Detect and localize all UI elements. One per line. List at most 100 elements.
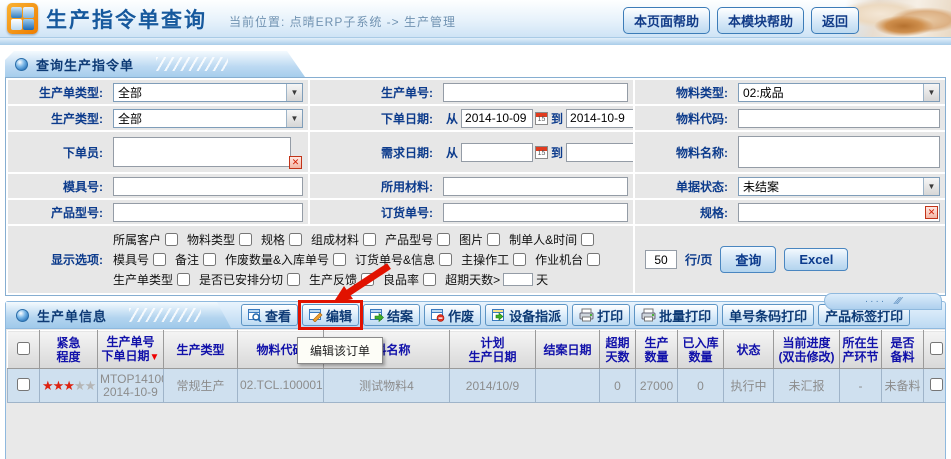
rows-per-page-input[interactable]	[645, 250, 677, 269]
display-option-checkbox[interactable]	[165, 233, 178, 246]
demand-date-label: 需求日期:	[315, 144, 433, 161]
col-urgency: 紧急 程度	[40, 331, 98, 369]
table-row[interactable]: ★★★★★ MTOP14100032014-10-9 常规生产 02.TCL.1…	[8, 369, 947, 403]
back-button[interactable]: 返回	[811, 7, 859, 34]
demand-date-to-input[interactable]	[566, 143, 634, 162]
select-all-checkbox[interactable]	[930, 342, 943, 355]
doc-status-dropdown[interactable]: 未结案▼	[738, 177, 940, 196]
display-option-checkbox[interactable]	[333, 253, 346, 266]
panel-corner-decoration: ····∕∕∕	[824, 293, 942, 310]
display-option-checkbox[interactable]	[587, 253, 600, 266]
material-code-cell: 02.TCL.1000019	[238, 369, 324, 403]
display-option: 生产单类型	[113, 271, 190, 288]
purchase-order-input[interactable]	[443, 203, 628, 222]
material-code-label: 物料代码:	[640, 110, 728, 127]
order-date-from-input[interactable]	[461, 109, 533, 128]
search-button[interactable]: 查询	[720, 246, 776, 273]
col-overdue-days: 超期 天数	[600, 331, 636, 369]
product-model-input[interactable]	[113, 203, 303, 222]
print-icon	[579, 308, 594, 322]
col-prepared: 是否 备料	[882, 331, 924, 369]
col-order-no[interactable]: 生产单号下单日期▼	[98, 331, 164, 369]
display-option-checkbox[interactable]	[581, 233, 594, 246]
display-option: 图片	[459, 231, 500, 248]
planned-date-cell: 2014/10/9	[450, 369, 536, 403]
top-bar: 生产指令单查询 当前位置: 点晴ERP子系统 -> 生产管理 本页面帮助 本模块…	[0, 0, 951, 38]
display-option-checkbox[interactable]	[439, 253, 452, 266]
excel-button[interactable]: Excel	[784, 248, 848, 271]
display-option-checkbox[interactable]	[363, 233, 376, 246]
order-no-label: 生产单号:	[315, 84, 433, 101]
used-material-label: 所用材料:	[315, 178, 433, 195]
display-option-checkbox[interactable]	[177, 273, 190, 286]
row-checkbox[interactable]	[930, 378, 943, 391]
display-option: 备注	[175, 251, 216, 268]
display-option: 生产反馈	[309, 271, 374, 288]
close-case-button[interactable]: 结案	[363, 304, 420, 326]
col-prod-qty: 生产 数量	[636, 331, 678, 369]
void-button[interactable]: 作废	[424, 304, 481, 326]
material-type-dropdown[interactable]: 02:成品▼	[738, 83, 940, 102]
material-type-label: 物料类型:	[640, 84, 728, 101]
used-material-input[interactable]	[443, 177, 628, 196]
table-header-row: 紧急 程度 生产单号下单日期▼ 生产类型 物料代码 物料名称 计划 生产日期 结…	[8, 331, 947, 369]
display-option-checkbox[interactable]	[239, 233, 252, 246]
display-option: 模具号	[113, 251, 166, 268]
clear-icon[interactable]: ✕	[925, 206, 938, 219]
spec-input[interactable]	[738, 203, 940, 222]
row-checkbox[interactable]	[17, 378, 30, 391]
display-option-checkbox[interactable]	[203, 253, 216, 266]
mold-no-label: 模具号:	[13, 178, 103, 195]
view-button[interactable]: 查看	[241, 304, 298, 326]
display-option: 主操作工	[461, 251, 526, 268]
display-option-checkbox[interactable]	[513, 253, 526, 266]
sort-desc-icon[interactable]: ▼	[150, 352, 160, 363]
stock-in-qty-cell: 0	[678, 369, 724, 403]
select-all-checkbox[interactable]	[17, 342, 30, 355]
display-option-checkbox[interactable]	[423, 273, 436, 286]
material-name-input[interactable]	[738, 136, 940, 168]
material-name-label: 物料名称:	[640, 144, 728, 161]
device-assign-icon	[492, 308, 506, 322]
display-option-checkbox[interactable]	[437, 233, 450, 246]
prod-type-dropdown[interactable]: 全部▼	[113, 109, 303, 128]
divider-strip	[0, 38, 951, 45]
material-code-input[interactable]	[738, 109, 940, 128]
display-option: 良品率	[383, 271, 436, 288]
display-option-checkbox[interactable]	[487, 233, 500, 246]
module-help-button[interactable]: 本模块帮助	[717, 7, 804, 34]
device-assign-button[interactable]: 设备指派	[485, 304, 568, 326]
result-panel-title: 生产单信息	[37, 306, 107, 325]
display-option-checkbox[interactable]	[289, 233, 302, 246]
calendar-icon[interactable]	[535, 146, 548, 159]
order-date-to-input[interactable]	[566, 109, 634, 128]
col-progress: 当前进度 (双击修改)	[774, 331, 840, 369]
calendar-icon[interactable]	[535, 112, 548, 125]
overdue-days-input[interactable]	[503, 273, 533, 286]
display-option: 所属客户	[113, 231, 178, 248]
prepared-cell: 未备料	[882, 369, 924, 403]
display-options-list: 所属客户物料类型规格组成材料产品型号图片制单人&时间模具号备注作废数量&入库单号…	[113, 228, 628, 291]
print-icon	[641, 308, 656, 322]
edit-button[interactable]: 编辑 编辑该订单	[302, 304, 359, 326]
print-button[interactable]: 打印	[572, 304, 630, 326]
page-help-button[interactable]: 本页面帮助	[623, 7, 710, 34]
hatch-decoration	[156, 57, 228, 71]
clear-icon[interactable]: ✕	[289, 156, 302, 169]
display-option-checkbox[interactable]	[287, 273, 300, 286]
display-option-checkbox[interactable]	[361, 273, 374, 286]
display-option-checkbox[interactable]	[153, 253, 166, 266]
close-case-icon	[370, 308, 384, 322]
display-option: 订货单号&信息	[355, 251, 452, 268]
mold-no-input[interactable]	[113, 177, 303, 196]
orderer-input[interactable]	[113, 137, 291, 167]
batch-print-button[interactable]: 批量打印	[634, 304, 718, 326]
display-option: 产品型号	[385, 231, 450, 248]
result-toolbar: 查看 编辑 编辑该订单 结案 作废 设备指派	[241, 304, 910, 326]
barcode-print-button[interactable]: 单号条码打印	[722, 304, 814, 326]
edit-tooltip: 编辑该订单	[297, 337, 383, 364]
order-no-input[interactable]	[443, 83, 628, 102]
order-type-dropdown[interactable]: 全部▼	[113, 83, 303, 102]
demand-date-from-input[interactable]	[461, 143, 533, 162]
progress-cell[interactable]: 未汇报	[774, 369, 840, 403]
